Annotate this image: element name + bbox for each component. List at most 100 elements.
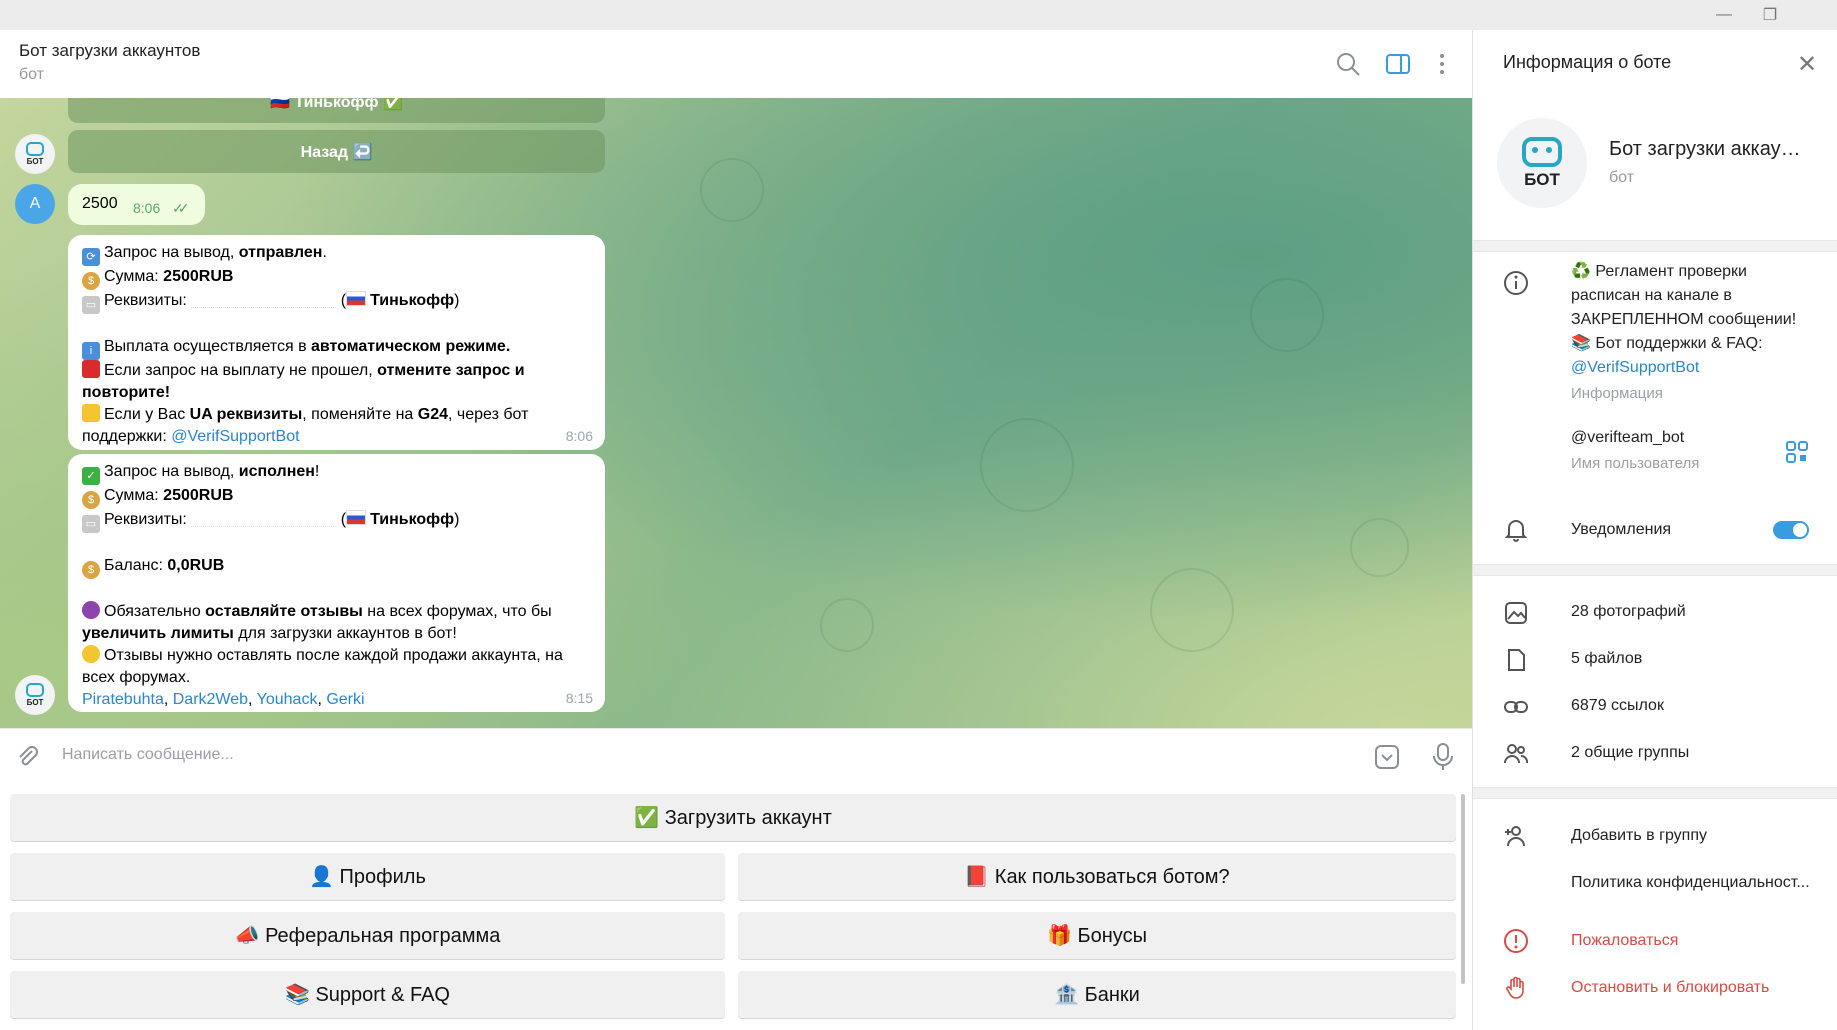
chat-header[interactable]: Бот загрузки аккаунтов бот (0, 30, 1472, 99)
bot-avatar[interactable]: БОТ (15, 134, 55, 174)
add-to-group-button[interactable]: Добавить в группу (1571, 824, 1707, 848)
check-mark-icon: ✓ (82, 467, 100, 485)
report-button[interactable]: Пожаловаться (1571, 929, 1678, 953)
robot-icon (26, 142, 44, 156)
bot-description: ♻️ Регламент проверки расписан на канале… (1571, 260, 1796, 380)
yellow-circle-icon (82, 645, 100, 663)
restore-icon[interactable]: ❐ (1747, 0, 1793, 30)
divider (1473, 564, 1837, 576)
forum-link[interactable]: Dark2Web (173, 691, 248, 708)
red-square-icon (82, 360, 100, 378)
search-icon[interactable] (1334, 50, 1362, 78)
referral-button[interactable]: 📣 Реферальная программа (10, 912, 725, 959)
privacy-policy-link[interactable]: Политика конфиденциальност... (1571, 871, 1821, 895)
stop-hand-icon (1506, 976, 1524, 999)
bot-keyboard-icon[interactable] (1374, 744, 1400, 770)
message-time: 8:06 (133, 200, 161, 216)
incoming-message[interactable]: ✓ Запрос на вывод, исполнен! $ Сумма: 2500… (68, 454, 605, 712)
window-titlebar: — ❐ (0, 0, 1837, 30)
redacted-requisites (191, 293, 337, 308)
keyboard-scrollbar[interactable] (1461, 794, 1465, 984)
block-button[interactable]: Остановить и блокировать (1571, 976, 1769, 1000)
bot-name: Бот загрузки аккаунтов (1609, 138, 1809, 160)
files-link[interactable]: 5 файлов (1571, 647, 1642, 671)
inline-button-back[interactable]: Назад ↩️ (68, 130, 605, 173)
inline-button-tinkoff[interactable]: 🇷🇺 Тинькофф ✅ (68, 98, 605, 123)
message-time: 8:06 (565, 428, 593, 444)
yellow-square-icon (82, 404, 100, 422)
minimize-icon[interactable]: — (1701, 0, 1747, 30)
qr-code-icon[interactable] (1785, 440, 1809, 464)
wallpaper-doodle (820, 598, 874, 652)
card-icon: ▭ (82, 296, 100, 314)
wallpaper-doodle (1250, 278, 1324, 352)
robot-icon (26, 683, 44, 697)
divider (1473, 240, 1837, 252)
bot-info-panel: Информация о боте ✕ БОТ Бот загрузки акк… (1472, 30, 1837, 1030)
file-icon (1508, 649, 1525, 671)
message-text: 2500 (82, 195, 118, 212)
support-faq-button[interactable]: 📚 Support & FAQ (10, 971, 725, 1018)
report-icon (1504, 929, 1528, 953)
chat-title: Бот загрузки аккаунтов (19, 41, 201, 60)
chat-history[interactable]: 🇷🇺 Тинькофф ✅ Назад ↩️ БОТ A 2500 8:06 ✓… (0, 98, 1472, 728)
wallpaper-doodle (980, 418, 1074, 512)
profile-button[interactable]: 👤 Профиль (10, 853, 725, 900)
support-bot-link[interactable]: @VerifSupportBot (171, 428, 299, 445)
how-to-use-button[interactable]: 📕 Как пользоваться ботом? (738, 853, 1456, 900)
reply-keyboard: ✅ Загрузить аккаунт 👤 Профиль 📕 Как поль… (0, 784, 1472, 1030)
purple-circle-icon (82, 601, 100, 619)
banks-button[interactable]: 🏦 Банки (738, 971, 1456, 1018)
wallpaper-doodle (1150, 568, 1234, 652)
notifications-toggle[interactable] (1773, 521, 1809, 539)
more-options-icon[interactable] (1428, 50, 1456, 78)
bell-icon (1504, 520, 1528, 542)
message-input[interactable]: Написать сообщение... (62, 746, 234, 764)
panel-title: Информация о боте (1503, 52, 1672, 72)
sidebar-toggle-icon[interactable] (1384, 50, 1412, 78)
bot-username[interactable]: @verifteam_bot (1571, 426, 1684, 450)
bot-avatar[interactable]: БОТ (15, 675, 55, 715)
bonuses-button[interactable]: 🎁 Бонусы (738, 912, 1456, 959)
forum-link[interactable]: Gerki (326, 691, 364, 708)
incoming-message[interactable]: ⟳ Запрос на вывод, отправлен. $ Сумма: 250… (68, 235, 605, 450)
outgoing-message[interactable]: 2500 8:06 ✓✓ (68, 184, 205, 225)
double-check-icon: ✓✓ (172, 200, 190, 216)
username-caption: Имя пользователя (1571, 455, 1700, 472)
forum-link[interactable]: Piratebuhta (82, 691, 164, 708)
support-bot-link[interactable]: @VerifSupportBot (1571, 356, 1796, 380)
bot-profile-avatar[interactable]: БОТ (1497, 118, 1587, 208)
attach-icon[interactable] (14, 743, 40, 769)
flag-ru-icon (346, 291, 367, 306)
upload-account-button[interactable]: ✅ Загрузить аккаунт (10, 794, 1456, 841)
money-bag-icon: $ (82, 272, 100, 290)
photo-icon (1505, 602, 1527, 624)
photos-link[interactable]: 28 фотографий (1571, 600, 1686, 624)
links-link[interactable]: 6879 ссылок (1571, 694, 1664, 718)
close-icon[interactable]: ✕ (1797, 50, 1817, 79)
money-bag-icon: $ (82, 561, 100, 579)
wallpaper-doodle (1350, 518, 1409, 577)
user-avatar[interactable]: A (15, 184, 55, 224)
notifications-label: Уведомления (1571, 521, 1672, 538)
card-icon: ▭ (82, 515, 100, 533)
common-groups-link[interactable]: 2 общие группы (1571, 741, 1689, 765)
add-user-icon (1505, 826, 1525, 847)
flag-ru-icon (346, 510, 367, 525)
refresh-icon: ⟳ (82, 248, 100, 266)
money-bag-icon: $ (82, 491, 100, 509)
divider (1473, 787, 1837, 799)
info-icon (1504, 271, 1528, 295)
redacted-requisites (191, 512, 337, 527)
chat-subtitle: бот (19, 66, 45, 83)
link-icon (1504, 701, 1528, 713)
group-icon (1504, 744, 1529, 764)
forum-link[interactable]: Youhack (257, 691, 318, 708)
message-composer: Написать сообщение... (0, 728, 1472, 785)
message-time: 8:15 (565, 690, 593, 706)
microphone-icon[interactable] (1430, 742, 1456, 772)
wallpaper-doodle (700, 158, 764, 222)
robot-icon (1522, 136, 1562, 167)
info-icon: i (82, 342, 100, 360)
info-caption: Информация (1571, 385, 1663, 402)
